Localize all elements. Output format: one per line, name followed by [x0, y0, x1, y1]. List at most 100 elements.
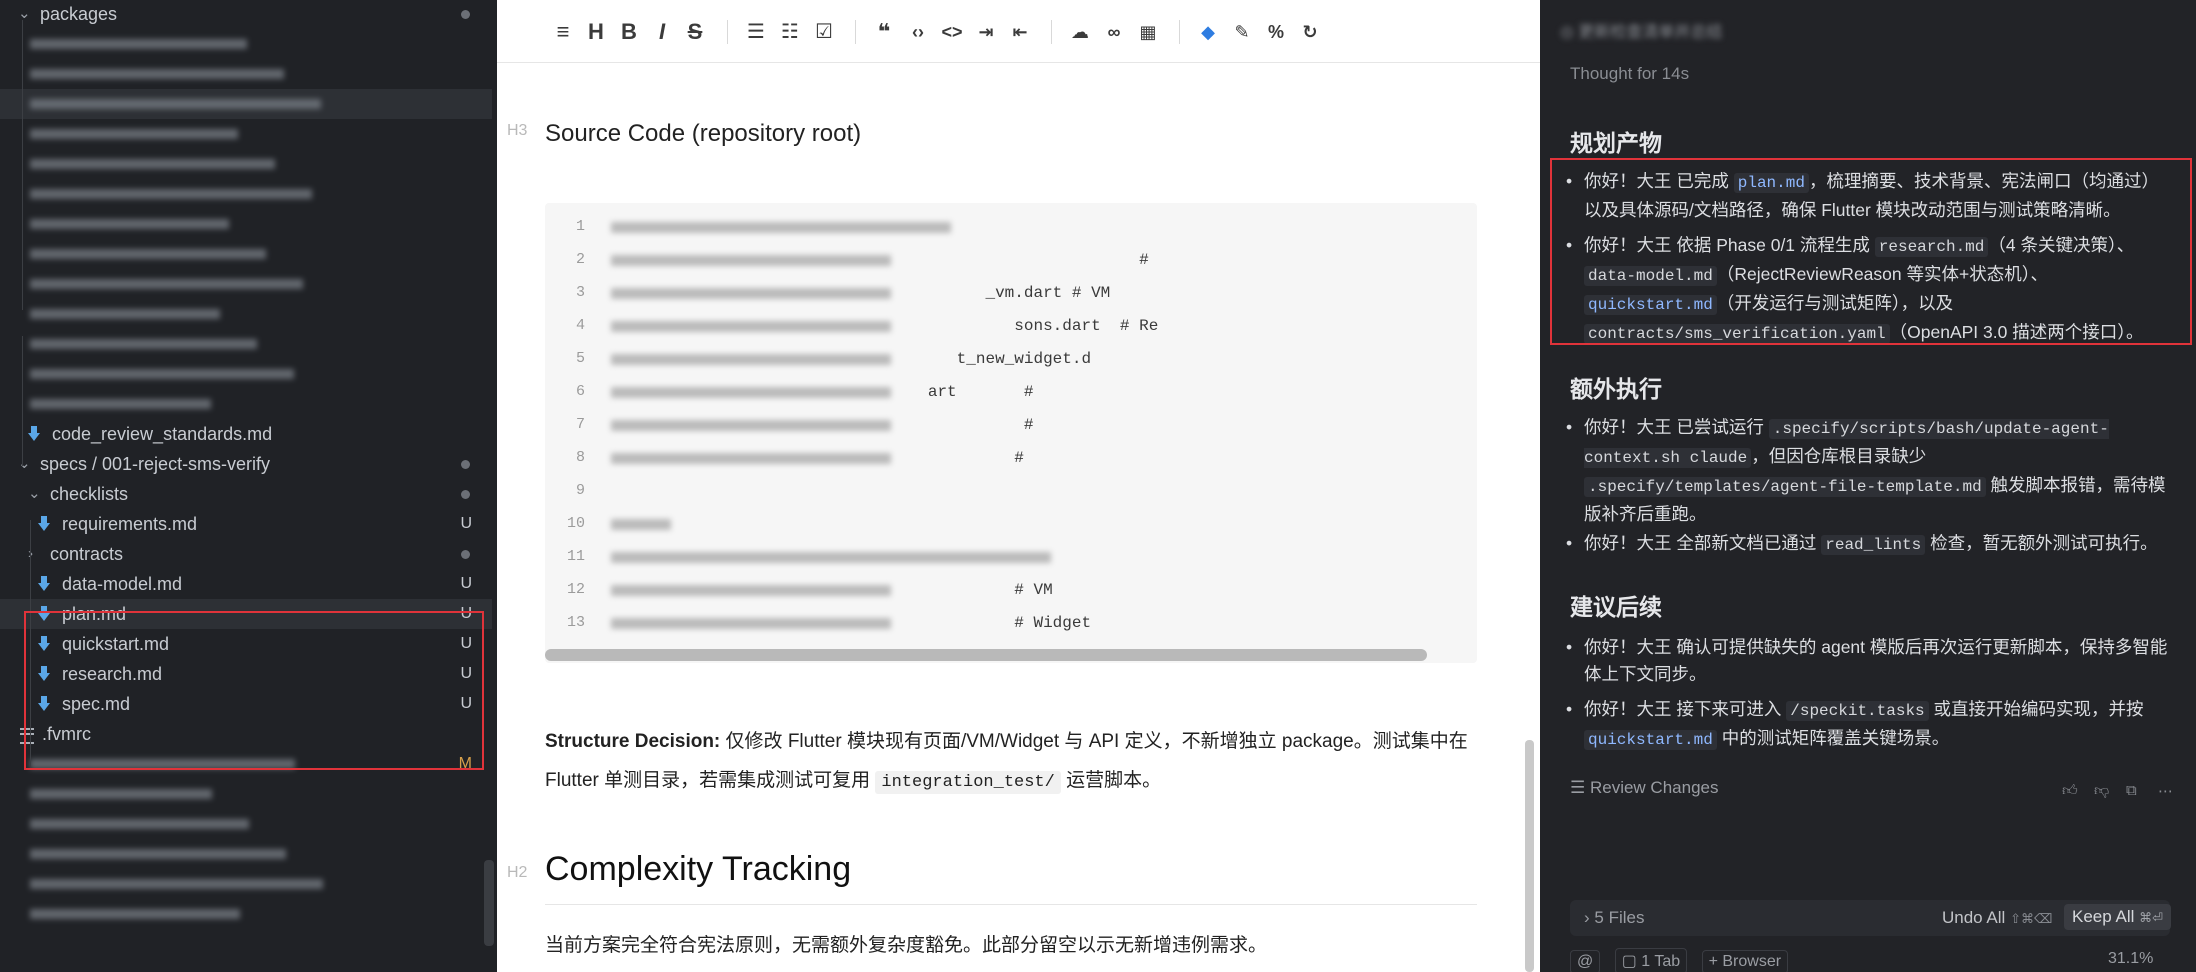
ai-chat-panel: ◎ 更新检查清单并总结 Thought for 14s 规划产物 你好！大王 已…	[1540, 0, 2196, 972]
review-changes-button[interactable]: ☰ Review Changes	[1570, 778, 1718, 798]
vscode-icon[interactable]: ◆	[1195, 21, 1221, 43]
pencil-icon[interactable]: ✎	[1229, 21, 1255, 43]
tree-item-label: packages	[40, 4, 118, 24]
markdown-file-icon	[38, 516, 50, 532]
tree-item-label	[30, 249, 266, 259]
tree-item-blurred[interactable]	[0, 869, 492, 899]
tree-folder[interactable]: ⌄ packages	[0, 0, 492, 29]
tree-item-label: contracts	[50, 544, 124, 564]
tree-item-label	[30, 99, 321, 109]
redacted-code	[611, 519, 671, 530]
thumbs-down-icon[interactable]: 👎︎	[2094, 782, 2109, 800]
tree-item-blurred[interactable]	[0, 59, 492, 89]
tree-item-blurred[interactable]	[0, 269, 492, 299]
tree-item-blurred[interactable]	[0, 389, 492, 419]
tree-item-label	[30, 219, 229, 229]
more-icon[interactable]: ⋯	[2158, 782, 2173, 800]
tree-item-blurred[interactable]	[0, 839, 492, 869]
tree-item-label	[30, 789, 212, 799]
redacted-code	[611, 618, 891, 629]
tree-item-blurred[interactable]	[0, 899, 492, 929]
line-number: 5	[575, 350, 585, 367]
heading-divider	[545, 904, 1477, 905]
tree-item-blurred[interactable]	[0, 299, 492, 329]
tree-item-blurred[interactable]	[0, 119, 492, 149]
tree-folder[interactable]: ⌄ specs / 001-reject-sms-verify	[0, 449, 492, 479]
line-number: 12	[566, 581, 585, 598]
status-dot	[461, 490, 470, 499]
tree-item-label	[30, 129, 238, 139]
bulleted-list-icon[interactable]: ☰	[743, 21, 769, 43]
keep-all-button[interactable]: Keep All ⌘⏎	[2064, 904, 2172, 930]
tree-file[interactable]: requirements.md U	[0, 509, 492, 539]
tree-item-blurred[interactable]	[0, 89, 492, 119]
toolbar-separator	[727, 20, 728, 44]
tab-context-button[interactable]: ▢ 1 Tab	[1614, 948, 1688, 972]
copy-icon[interactable]: ⧉	[2126, 782, 2137, 799]
table-icon[interactable]: ▦	[1135, 21, 1161, 43]
redacted-code	[611, 288, 891, 299]
link-icon[interactable]: ∞	[1101, 21, 1127, 43]
tree-folder[interactable]: ›contracts	[0, 539, 492, 569]
heading-level-marker: H3	[507, 122, 528, 139]
tree-item-blurred[interactable]	[0, 179, 492, 209]
code-block-icon[interactable]: ‹›	[905, 21, 931, 43]
indent-guide	[22, 336, 23, 466]
editor-scrollbar[interactable]	[1525, 740, 1534, 972]
file-explorer-sidebar: ⌄ packages code_review_standards.md ⌄ specs …	[0, 0, 497, 972]
chevron-down-icon[interactable]: ⌄	[18, 0, 31, 29]
changed-files-toggle[interactable]: › 5 Files	[1584, 908, 1644, 928]
inline-code-icon[interactable]: <>	[939, 21, 965, 43]
align-center-icon[interactable]: ≡	[550, 21, 576, 43]
highlight-box	[1550, 158, 2192, 345]
thought-indicator[interactable]: Thought for 14s	[1570, 64, 1689, 84]
clear-format-icon[interactable]: %	[1263, 21, 1289, 43]
tree-item-label	[30, 849, 286, 859]
tree-item-blurred[interactable]	[0, 329, 492, 359]
tree-file[interactable]: code_review_standards.md	[0, 419, 492, 449]
checklist-icon[interactable]: ☑	[811, 21, 837, 43]
tree-item-label	[30, 69, 284, 79]
line-number: 3	[575, 284, 585, 301]
numbered-list-icon[interactable]: ☷	[777, 21, 803, 43]
chat-input-toolbar: @ ▢ 1 Tab + Browser	[1570, 948, 1798, 972]
chevron-down-icon[interactable]: ⌄	[28, 479, 41, 509]
inline-code: integration_test/	[875, 771, 1061, 794]
tree-folder[interactable]: ⌄ checklists	[0, 479, 492, 509]
line-number: 4	[575, 317, 585, 334]
heading-icon[interactable]: H	[583, 21, 609, 43]
sidebar-scrollbar[interactable]	[484, 860, 494, 946]
list-item: 你好！大王 确认可提供缺失的 agent 模版后再次运行更新脚本，保持多智能体上…	[1566, 634, 2174, 688]
tree-item-blurred[interactable]	[0, 209, 492, 239]
structure-decision-tail: 运营脚本。	[1060, 770, 1162, 791]
tree-file[interactable]: data-model.md U	[0, 569, 492, 599]
undo-all-button[interactable]: Undo All ⇧⌘⌫	[1942, 908, 2052, 928]
thumbs-up-icon[interactable]: 👍︎	[2062, 782, 2078, 800]
refresh-icon[interactable]: ↻	[1297, 21, 1323, 43]
line-number: 2	[575, 251, 585, 268]
tree-item-blurred[interactable]	[0, 239, 492, 269]
browser-context-button[interactable]: + Browser	[1701, 950, 1789, 972]
complexity-tracking-heading: Complexity Tracking	[545, 850, 852, 888]
strikethrough-icon[interactable]: S	[682, 21, 708, 43]
bold-icon[interactable]: B	[616, 21, 642, 43]
redacted-code	[611, 354, 891, 365]
tree-item-blurred[interactable]	[0, 29, 492, 59]
tree-item-blurred[interactable]	[0, 779, 492, 809]
quote-icon[interactable]: ❝	[871, 21, 897, 43]
outdent-icon[interactable]: ⇤	[1007, 21, 1033, 43]
line-number: 11	[566, 548, 585, 565]
indent-icon[interactable]: ⇥	[973, 21, 999, 43]
italic-icon[interactable]: I	[649, 21, 675, 43]
upload-icon[interactable]: ☁	[1067, 21, 1093, 43]
code-horizontal-scrollbar[interactable]	[545, 649, 1427, 661]
code-link[interactable]: quickstart.md	[1584, 730, 1717, 750]
tree-item-blurred[interactable]	[0, 359, 492, 389]
tree-item-label	[30, 879, 323, 889]
mention-button[interactable]: @	[1570, 950, 1601, 972]
tree-item-label	[30, 279, 303, 289]
tree-item-blurred[interactable]	[0, 149, 492, 179]
chevron-down-icon[interactable]: ⌄	[18, 449, 31, 479]
tree-item-blurred[interactable]	[0, 809, 492, 839]
toolbar-separator	[1051, 20, 1052, 44]
